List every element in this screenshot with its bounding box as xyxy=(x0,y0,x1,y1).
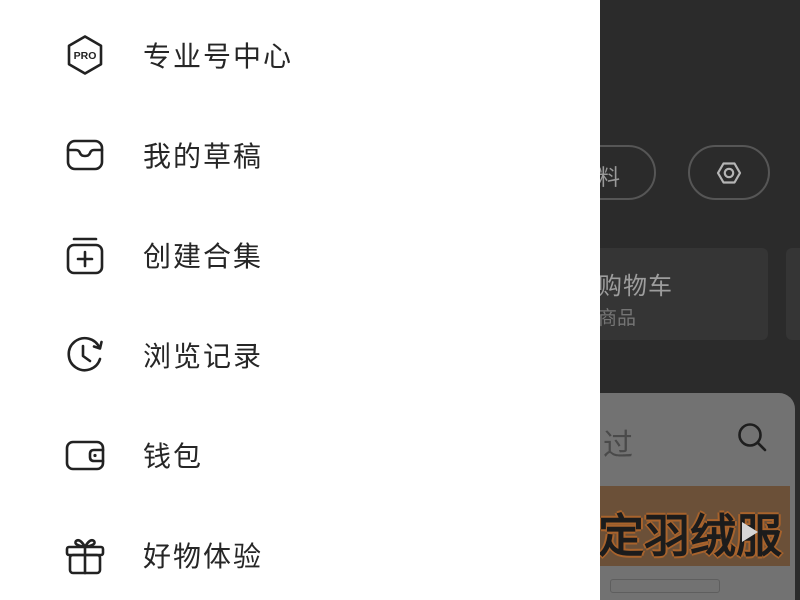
menu-item-wallet[interactable]: 钱包 xyxy=(0,400,600,500)
menu-item-label: 专业号中心 xyxy=(143,41,294,72)
menu-item-create-collection[interactable]: 创建合集 xyxy=(0,200,600,300)
wallet-icon xyxy=(63,433,107,477)
menu-item-label: 创建合集 xyxy=(143,241,264,272)
menu-item-history[interactable]: 浏览记录 xyxy=(0,300,600,400)
menu-item-pro-center[interactable]: PRO 专业号中心 xyxy=(0,0,600,100)
menu-item-label: 浏览记录 xyxy=(143,341,264,372)
side-drawer: PRO 专业号中心 我的草稿 创建合集 浏览记录 钱包 好物体验 xyxy=(0,0,600,600)
history-clock-icon xyxy=(63,333,107,377)
menu-item-label: 我的草稿 xyxy=(143,141,264,172)
menu-item-label: 钱包 xyxy=(143,441,204,472)
menu-item-product-trial[interactable]: 好物体验 xyxy=(0,500,600,600)
drafts-tray-icon xyxy=(63,133,107,177)
menu-item-label: 好物体验 xyxy=(143,541,264,572)
pro-badge-icon: PRO xyxy=(63,33,107,77)
create-collection-icon xyxy=(63,233,107,277)
screen: 料 购物车 商品 过 定羽绒服 PRO 专业号中心 我的草稿 创建合集 浏览记录… xyxy=(0,0,800,600)
menu-item-drafts[interactable]: 我的草稿 xyxy=(0,100,600,200)
drawer-scrim[interactable] xyxy=(600,0,800,600)
pro-badge-text: PRO xyxy=(74,50,97,62)
drawer-menu: PRO 专业号中心 我的草稿 创建合集 浏览记录 钱包 好物体验 xyxy=(0,0,600,600)
gift-icon xyxy=(63,533,107,577)
